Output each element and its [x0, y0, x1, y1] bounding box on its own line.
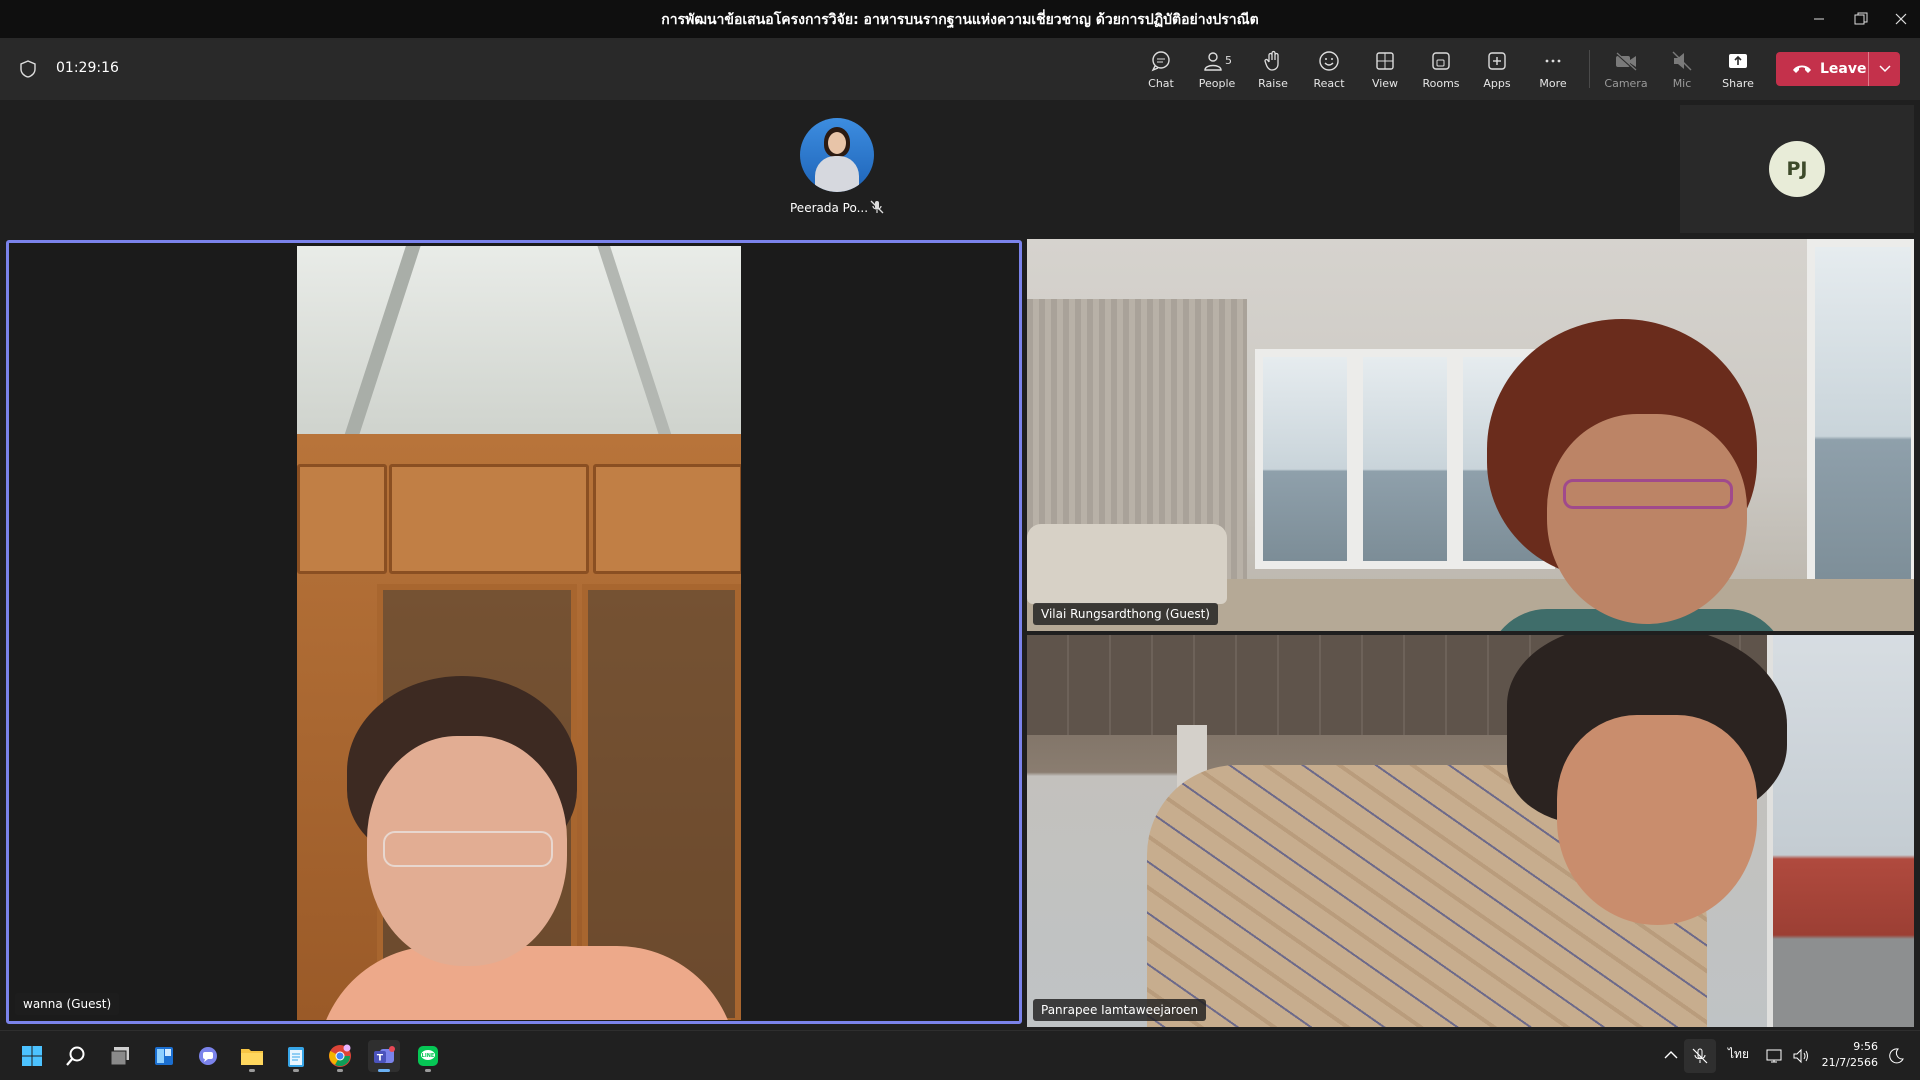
- close-button[interactable]: [1878, 0, 1920, 38]
- react-label: React: [1313, 76, 1345, 90]
- windows-taskbar: T LINE ไทย 9:56 21/7/2566: [0, 1030, 1920, 1080]
- apps-label: Apps: [1483, 76, 1511, 90]
- chrome-button[interactable]: [324, 1040, 356, 1072]
- line-button[interactable]: LINE: [412, 1040, 444, 1072]
- mic-label: Mic: [1672, 76, 1692, 90]
- camera-off-icon: [1615, 51, 1637, 71]
- notepad-button[interactable]: [280, 1040, 312, 1072]
- task-view-button[interactable]: [104, 1040, 136, 1072]
- apps-button[interactable]: Apps: [1469, 38, 1525, 100]
- minimize-icon: [1814, 18, 1824, 20]
- toolbar-divider: [1589, 50, 1590, 88]
- smiley-icon: [1319, 50, 1339, 71]
- more-label: More: [1539, 76, 1567, 90]
- camera-label: Camera: [1604, 76, 1648, 90]
- raise-hand-button[interactable]: Raise: [1245, 38, 1301, 100]
- share-button[interactable]: Share: [1710, 38, 1766, 100]
- share-screen-icon: [1729, 53, 1747, 68]
- people-count: 5: [1225, 54, 1232, 67]
- raise-label: Raise: [1258, 76, 1288, 90]
- people-icon: [1204, 51, 1222, 71]
- task-view-icon: [110, 1047, 129, 1066]
- clock-time: 9:56: [1853, 1040, 1878, 1053]
- more-button[interactable]: More: [1525, 38, 1581, 100]
- chevron-up-icon[interactable]: [1664, 1050, 1678, 1060]
- mic-off-icon: [870, 200, 884, 214]
- search-button[interactable]: [60, 1040, 92, 1072]
- meeting-toolbar: 01:29:16 Chat 5 People Raise React View …: [0, 38, 1920, 100]
- raise-hand-icon: [1264, 50, 1279, 71]
- chat-icon: [1151, 50, 1170, 71]
- react-button[interactable]: React: [1301, 38, 1357, 100]
- video-feed: [1027, 239, 1914, 631]
- restore-icon: [1854, 12, 1868, 25]
- start-icon: [22, 1046, 42, 1066]
- rooms-label: Rooms: [1422, 76, 1460, 90]
- leave-label: Leave: [1820, 61, 1867, 77]
- teams-button[interactable]: T: [368, 1040, 400, 1072]
- grid-view-icon: [1376, 51, 1394, 70]
- close-icon: [1895, 13, 1907, 25]
- video-feed: [1027, 635, 1914, 1027]
- video-feed: [297, 246, 741, 1020]
- rooms-button[interactable]: Rooms: [1413, 38, 1469, 100]
- apps-plus-icon: [1488, 51, 1506, 70]
- clock-date: 21/7/2566: [1821, 1056, 1878, 1069]
- mic-button[interactable]: Mic: [1654, 38, 1710, 100]
- system-clock[interactable]: 9:56 21/7/2566: [1818, 1039, 1878, 1071]
- teams-icon: T: [374, 1046, 395, 1064]
- line-icon: LINE: [418, 1046, 438, 1066]
- participant-name-badge: Panrapee Iamtaweejaroen: [1033, 999, 1207, 1021]
- widgets-icon: [155, 1047, 173, 1065]
- chevron-down-icon: [1878, 65, 1891, 73]
- notification-moon-icon[interactable]: [1888, 1048, 1904, 1064]
- participant-avatar-peerada[interactable]: [800, 118, 874, 192]
- more-dots-icon: [1545, 59, 1561, 62]
- camera-button[interactable]: Camera: [1598, 38, 1654, 100]
- video-tile-panrapee[interactable]: Panrapee Iamtaweejaroen: [1027, 635, 1914, 1027]
- minimize-button[interactable]: [1796, 0, 1842, 38]
- shield-icon[interactable]: [20, 60, 36, 78]
- participant-tile-pj[interactable]: PJ: [1680, 105, 1914, 233]
- meeting-timer: 01:29:16: [56, 60, 119, 76]
- video-tile-wanna[interactable]: wanna (Guest): [6, 240, 1022, 1024]
- teams-chat-button[interactable]: [192, 1040, 224, 1072]
- chat-label: Chat: [1148, 76, 1174, 90]
- rooms-icon: [1432, 51, 1450, 70]
- search-icon: [66, 1046, 85, 1066]
- leave-button-group: Leave: [1776, 52, 1900, 86]
- participant-name-peerada: Peerada Po...: [790, 201, 869, 215]
- chat-button[interactable]: Chat: [1133, 38, 1189, 100]
- mic-muted-icon: [1672, 51, 1692, 70]
- language-indicator[interactable]: ไทย: [1728, 1045, 1749, 1064]
- file-explorer-icon: [241, 1049, 263, 1065]
- avatar: PJ: [1769, 141, 1825, 197]
- svg-text:LINE: LINE: [422, 1053, 435, 1059]
- hang-up-icon: [1793, 65, 1811, 73]
- participant-name-badge: wanna (Guest): [15, 993, 120, 1015]
- chrome-icon: [329, 1044, 351, 1067]
- notepad-icon: [288, 1047, 304, 1067]
- video-tile-vilai[interactable]: Vilai Rungsardthong (Guest): [1027, 239, 1914, 631]
- window-title: การพัฒนาข้อเสนอโครงการวิจัย: อาหารบนรากฐ…: [661, 12, 1259, 28]
- participant-name-badge: Vilai Rungsardthong (Guest): [1033, 603, 1218, 625]
- mic-off-icon: [1692, 1048, 1708, 1064]
- file-explorer-button[interactable]: [236, 1040, 268, 1072]
- leave-button[interactable]: Leave: [1776, 52, 1868, 86]
- meeting-stage: Peerada Po... PJ wanna (Guest) Vilai Run…: [0, 100, 1920, 1030]
- people-label: People: [1198, 76, 1236, 90]
- network-icon[interactable]: [1766, 1048, 1784, 1064]
- start-button[interactable]: [16, 1040, 48, 1072]
- teams-chat-icon: [199, 1047, 217, 1065]
- tray-mic-button[interactable]: [1684, 1039, 1716, 1073]
- leave-options-button[interactable]: [1868, 52, 1900, 86]
- svg-text:T: T: [377, 1054, 384, 1064]
- volume-icon[interactable]: [1792, 1048, 1810, 1064]
- view-label: View: [1371, 76, 1399, 90]
- view-button[interactable]: View: [1357, 38, 1413, 100]
- share-label: Share: [1722, 76, 1754, 90]
- widgets-button[interactable]: [148, 1040, 180, 1072]
- title-bar: การพัฒนาข้อเสนอโครงการวิจัย: อาหารบนรากฐ…: [0, 0, 1920, 38]
- people-button[interactable]: 5 People: [1189, 38, 1245, 100]
